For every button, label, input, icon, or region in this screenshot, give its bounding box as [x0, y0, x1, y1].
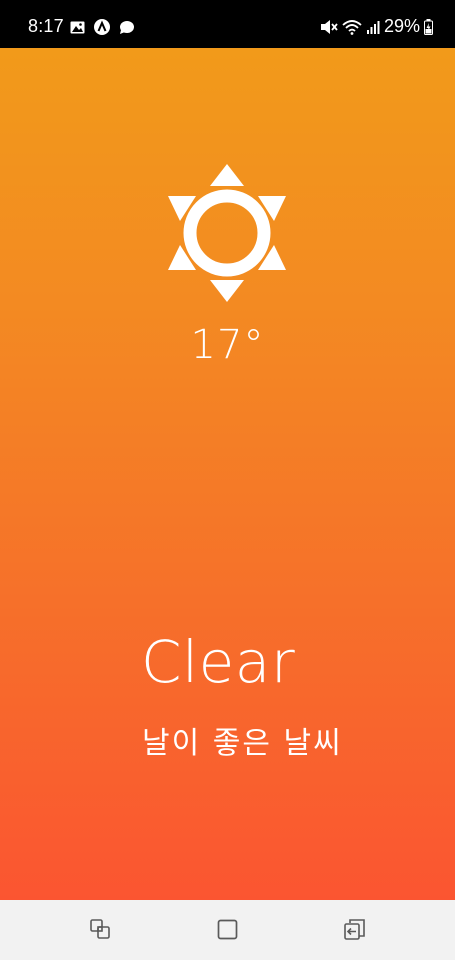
phone-screen: 8:17 29% 17° Clear 날이 좋은 날씨 — [0, 0, 455, 960]
chat-bubble-icon — [119, 20, 135, 35]
back-icon[interactable] — [343, 918, 367, 942]
temperature: 17° — [190, 322, 265, 368]
weather-panel: 17° Clear 날이 좋은 날씨 — [0, 48, 455, 900]
battery-percent: 29% — [383, 16, 420, 36]
app-a-icon — [94, 19, 110, 35]
recents-icon[interactable] — [89, 918, 113, 942]
mute-icon — [320, 19, 338, 35]
status-notification-icons — [70, 19, 135, 35]
condition-title: Clear — [141, 628, 296, 696]
navigation-bar — [0, 900, 455, 960]
condition-description: 날이 좋은 날씨 — [142, 726, 343, 761]
signal-icon — [366, 20, 380, 34]
status-system-icons: 29% — [320, 16, 433, 37]
status-bar: 8:17 29% — [0, 0, 455, 48]
status-time: 8:17 — [28, 16, 64, 36]
gallery-icon — [70, 21, 85, 34]
sun-icon — [166, 164, 288, 302]
wifi-icon — [342, 19, 362, 35]
battery-charging-icon — [424, 18, 433, 35]
home-icon[interactable] — [216, 918, 240, 942]
